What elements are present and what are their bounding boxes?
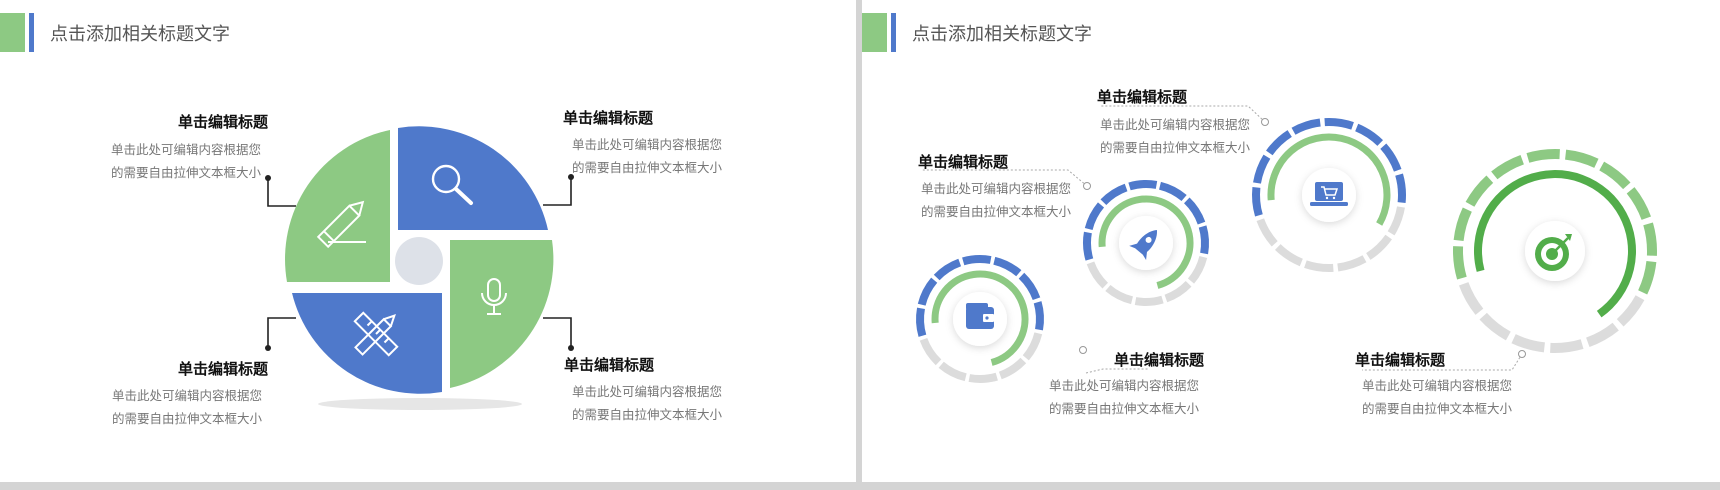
ring-3-outer-segment <box>1366 234 1392 260</box>
ring-3-outer-segment <box>1266 130 1292 156</box>
connector-dot-bottom-left <box>265 345 271 351</box>
ring-1-outer-segment <box>919 337 942 366</box>
ring-4-outer-segment <box>1585 322 1619 348</box>
pie-center <box>395 237 443 285</box>
ring-2-outer-segment <box>1086 261 1109 289</box>
ring-3-outer-segment <box>1304 260 1334 272</box>
item-title-bottom-left[interactable]: 单击编辑标题 <box>178 358 268 379</box>
leader-dot-4 <box>1518 350 1526 358</box>
ring-4-outer-segment <box>1479 312 1511 341</box>
ring-3-outer-segment <box>1355 123 1384 146</box>
ring-1-outer-segment <box>993 256 1022 277</box>
item-title-3[interactable]: 单击编辑标题 <box>1097 86 1187 107</box>
ring-2-outer-segment <box>1082 231 1094 261</box>
ring-4-outer-segment <box>1458 281 1484 315</box>
ring-3-outer-segment <box>1252 186 1263 217</box>
ring-4-outer-segment <box>1638 260 1657 295</box>
quadrant-bottom-right <box>450 240 554 388</box>
ring-3-outer-segment <box>1395 173 1406 204</box>
ring-2-outer-segment <box>1084 202 1105 231</box>
ring-1-outer-segment <box>917 277 938 306</box>
ring-3-outer-segment <box>1337 255 1367 272</box>
ring-4-outer-segment <box>1511 334 1546 353</box>
ring-4-outer-segment <box>1453 246 1467 280</box>
ring-1-outer-segment <box>1018 272 1041 301</box>
ring-2-outer-segment <box>1183 197 1206 225</box>
ring-2-outer-segment <box>1158 181 1187 202</box>
item-desc-4[interactable]: 单击此处可编辑内容根据您 的需要自由拉伸文本框大小 <box>1362 374 1512 420</box>
ring-2-outer-segment <box>1164 280 1192 303</box>
ring-1-outer-segment <box>916 307 927 337</box>
item-title-4[interactable]: 单击编辑标题 <box>1355 349 1445 370</box>
item-desc-top-right[interactable]: 单击此处可编辑内容根据您 的需要自由拉伸文本框大小 <box>572 133 722 179</box>
ring-3-outer-segment <box>1324 118 1354 130</box>
ring-2-outer-segment <box>1198 225 1210 255</box>
item-desc-1[interactable]: 单击此处可编辑内容根据您 的需要自由拉伸文本框大小 <box>1049 374 1199 420</box>
ring-3-outer-segment <box>1256 218 1278 247</box>
item-desc-bottom-right[interactable]: 单击此处可编辑内容根据您 的需要自由拉伸文本框大小 <box>572 380 722 426</box>
leader-dot-1 <box>1079 346 1087 354</box>
ring-1-outer-segment <box>1022 332 1043 361</box>
ring-4-outer-segment <box>1453 207 1472 242</box>
slide-2: 点击添加相关标题文字 单击编辑标题 单击此处可编辑内容根据您 的需要自由拉伸文本… <box>862 0 1720 482</box>
item-title-top-left[interactable]: 单击编辑标题 <box>178 111 268 132</box>
ring-4-outer-segment <box>1526 149 1560 163</box>
connector-bottom-left <box>267 317 296 348</box>
ring-4-outer-segment <box>1616 295 1645 327</box>
ring-2-outer-segment <box>1100 183 1128 206</box>
item-title-top-right[interactable]: 单击编辑标题 <box>563 107 653 128</box>
leader-dot-2 <box>1083 182 1091 190</box>
ring-4-outer-segment <box>1491 154 1525 180</box>
leader-dot-3 <box>1261 118 1269 126</box>
progress-rings-diagram <box>916 105 1657 383</box>
ring-1-outer-segment <box>962 255 992 266</box>
ring-1-outer-segment <box>938 361 967 382</box>
ring-3-outer-segment <box>1274 244 1303 267</box>
ring-1-outer-segment <box>998 357 1027 380</box>
connector-dot-bottom-right <box>568 345 574 351</box>
item-desc-3[interactable]: 单击此处可编辑内容根据您 的需要自由拉伸文本框大小 <box>1100 113 1250 159</box>
ring-4-outer-segment <box>1564 149 1599 168</box>
ring-4-outer-segment <box>1599 161 1631 190</box>
item-title-2[interactable]: 单击编辑标题 <box>918 151 1008 172</box>
ring-4-outer-segment <box>1643 222 1657 256</box>
ring-3-outer-segment <box>1380 143 1402 172</box>
ring-2-outer-segment <box>1105 284 1134 305</box>
quadrant-top-left <box>285 130 390 282</box>
ring-1-outer-segment <box>933 258 962 281</box>
item-title-bottom-right[interactable]: 单击编辑标题 <box>564 354 654 375</box>
connector-dot-top-left <box>265 175 271 181</box>
ring-3-outer-segment <box>1291 118 1321 135</box>
ring-2-outer-segment <box>1187 255 1208 284</box>
ring-1-outer-segment <box>968 372 998 383</box>
ring-1-outer-segment <box>1033 301 1044 331</box>
ring-4-outer-segment <box>1626 187 1652 221</box>
ring-2-outer-segment <box>1134 295 1164 307</box>
ring-2-outer-segment <box>1128 179 1158 191</box>
ring-4-outer-segment <box>1550 339 1584 353</box>
ring-4-outer-segment <box>1465 175 1494 207</box>
ring-3-outer-segment <box>1387 206 1405 236</box>
ring-3-outer-segment <box>1253 154 1271 184</box>
quadrant-bottom-left <box>292 293 442 394</box>
slide-1: 点击添加相关标题文字 单击编辑标题 单击此处可编辑内容根据您 的需要自由拉伸文本… <box>0 0 856 482</box>
connector-top-right <box>543 177 572 206</box>
item-desc-2[interactable]: 单击此处可编辑内容根据您 的需要自由拉伸文本框大小 <box>921 177 1071 223</box>
connector-bottom-right <box>543 317 572 348</box>
item-desc-bottom-left[interactable]: 单击此处可编辑内容根据您 的需要自由拉伸文本框大小 <box>112 384 262 430</box>
laptop-cart-icon <box>1310 182 1348 206</box>
pie-shadow <box>318 398 522 410</box>
item-title-1[interactable]: 单击编辑标题 <box>1114 349 1204 370</box>
connector-top-left <box>267 178 296 207</box>
item-desc-top-left[interactable]: 单击此处可编辑内容根据您 的需要自由拉伸文本框大小 <box>111 138 261 184</box>
quadrant-top-right <box>398 126 548 230</box>
